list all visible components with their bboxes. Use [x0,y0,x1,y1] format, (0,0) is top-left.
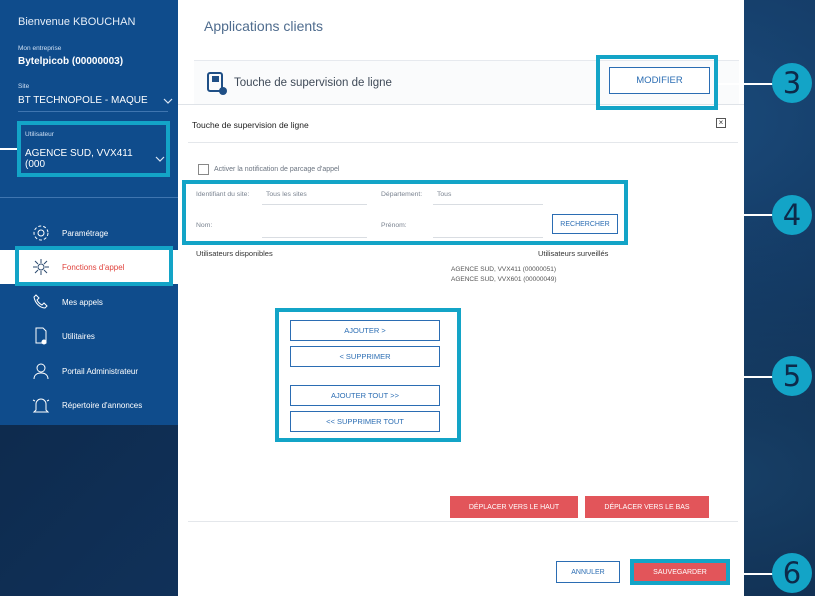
nav-label: Répertoire d'annonces [62,400,143,410]
chevron-down-icon [163,96,173,106]
callout-line [718,83,774,85]
nav-label: Mes appels [62,297,103,307]
callout-4: 4 [772,195,812,235]
list-item[interactable]: AGENCE SUD, VVX411 (00000051) [451,266,556,273]
nav-item-mes-appels[interactable]: Mes appels [0,285,178,319]
nav-label: Paramétrage [62,228,109,238]
nav-item-repertoire-annonces[interactable]: Répertoire d'annonces [0,388,178,422]
nav-highlight-box [15,246,173,286]
nav-item-parametrage[interactable]: Paramétrage [0,216,178,250]
checkbox-label: Activer la notification de parcage d'app… [214,166,340,173]
modify-highlight-box [596,55,718,110]
available-users-heading: Utilisateurs disponibles [196,249,273,258]
company-label: Mon entreprise [18,45,62,52]
callout-line [0,265,15,267]
page-title: Applications clients [204,18,324,34]
nav-item-utilitaires[interactable]: Utilitaires [0,319,178,353]
divider [0,197,178,198]
phone-icon [32,293,50,311]
admin-user-icon [32,362,50,380]
list-item[interactable]: AGENCE SUD, VVX601 (00000049) [451,276,557,283]
watched-users-heading: Utilisateurs surveillés [538,249,609,258]
callout-6: 6 [772,553,812,593]
feature-title: Touche de supervision de ligne [234,77,392,89]
divider [188,142,738,143]
callout-line [730,573,774,575]
divider [18,111,168,112]
filters-highlight-box [182,180,628,245]
divider [188,521,738,522]
nav-label: Utilitaires [62,331,95,341]
callout-line [628,214,774,216]
nav-label: Portail Administrateur [62,366,139,376]
callout-3: 3 [772,63,812,103]
user-highlight-box [17,121,170,177]
site-label: Site [18,83,30,90]
callout-line [0,148,17,150]
dialog-title: Touche de supervision de ligne [192,120,309,130]
callout-5: 5 [772,356,812,396]
cancel-button[interactable]: ANNULER [556,561,620,583]
company-value: Bytelpicob (00000003) [18,56,124,67]
bell-icon [32,396,50,414]
move-down-button[interactable]: DÉPLACER VERS LE BAS [585,496,709,518]
close-icon[interactable]: × [716,118,726,128]
save-highlight-box [630,559,730,585]
sidebar: Bienvenue KBOUCHAN Mon entreprise Bytelp… [0,0,178,425]
site-select[interactable]: BT TECHNOPOLE - MAQUE [18,95,173,106]
utilities-icon [32,327,50,345]
actions-highlight-box [275,308,461,442]
park-notification-checkbox[interactable] [198,164,209,175]
supervision-dialog [178,104,744,596]
welcome-text: Bienvenue KBOUCHAN [18,16,136,28]
desk-phone-icon [206,70,228,101]
nav-item-portail-admin[interactable]: Portail Administrateur [0,354,178,388]
move-up-button[interactable]: DÉPLACER VERS LE HAUT [450,496,578,518]
gear-icon [32,224,50,242]
site-select-value: BT TECHNOPOLE - MAQUE [18,95,148,106]
callout-line [461,376,774,378]
